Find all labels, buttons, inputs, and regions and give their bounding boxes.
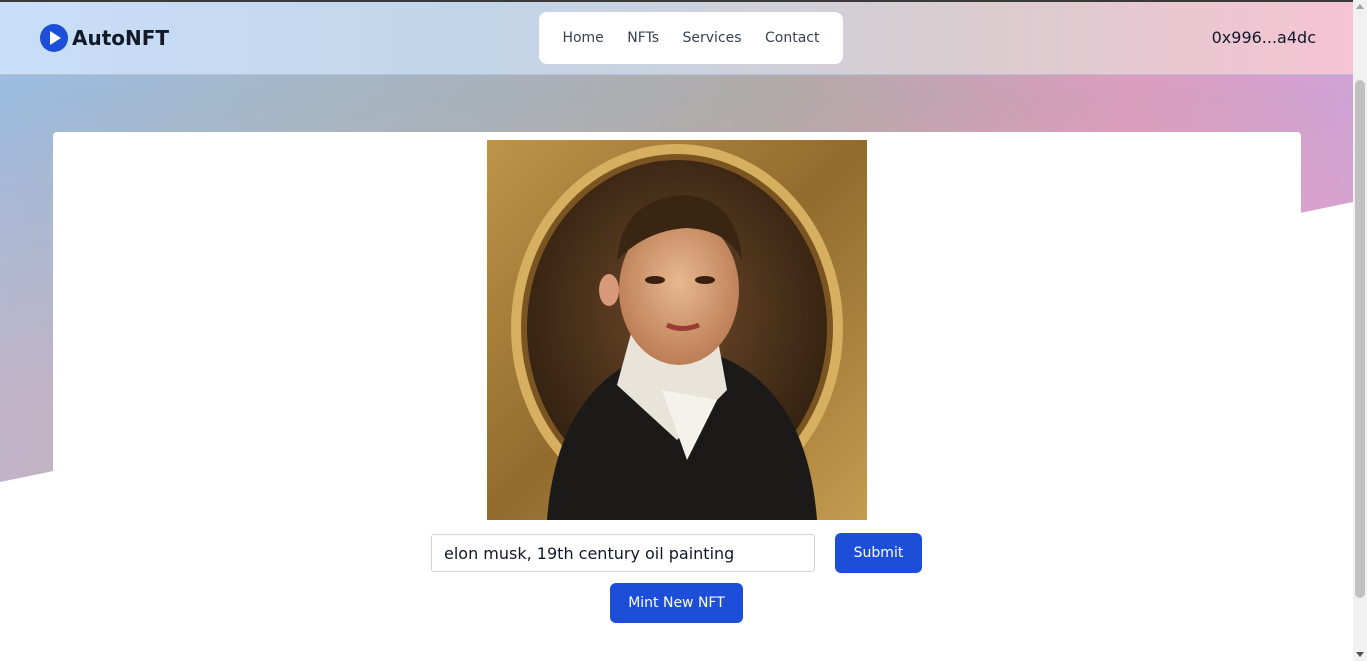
submit-button[interactable]: Submit [835,533,922,573]
generator-card: Submit Mint New NFT [53,132,1301,661]
nav-link-services[interactable]: Services [683,30,742,46]
wallet-address[interactable]: 0x996...a4dc [1212,28,1316,47]
nav-menu: Home NFTs Services Contact [539,12,843,64]
vertical-scrollbar[interactable] [1353,0,1367,661]
navbar: AutoNFT Home NFTs Services Contact 0x996… [0,2,1353,75]
nav-link-contact[interactable]: Contact [765,30,819,46]
prompt-input[interactable] [431,534,815,572]
portrait-painting [487,140,867,520]
scroll-up-arrow-icon[interactable] [1356,4,1364,9]
nav-link-nfts[interactable]: NFTs [627,30,659,46]
scrollbar-thumb[interactable] [1355,80,1365,598]
mint-nft-button[interactable]: Mint New NFT [610,583,743,623]
scroll-down-arrow-icon[interactable] [1356,652,1364,657]
nav-link-home[interactable]: Home [562,30,603,46]
brand-name: AutoNFT [72,26,170,50]
page: AutoNFT Home NFTs Services Contact 0x996… [0,2,1353,661]
play-icon [40,24,68,52]
brand-logo[interactable]: AutoNFT [40,24,169,52]
generated-nft-image [487,140,867,520]
